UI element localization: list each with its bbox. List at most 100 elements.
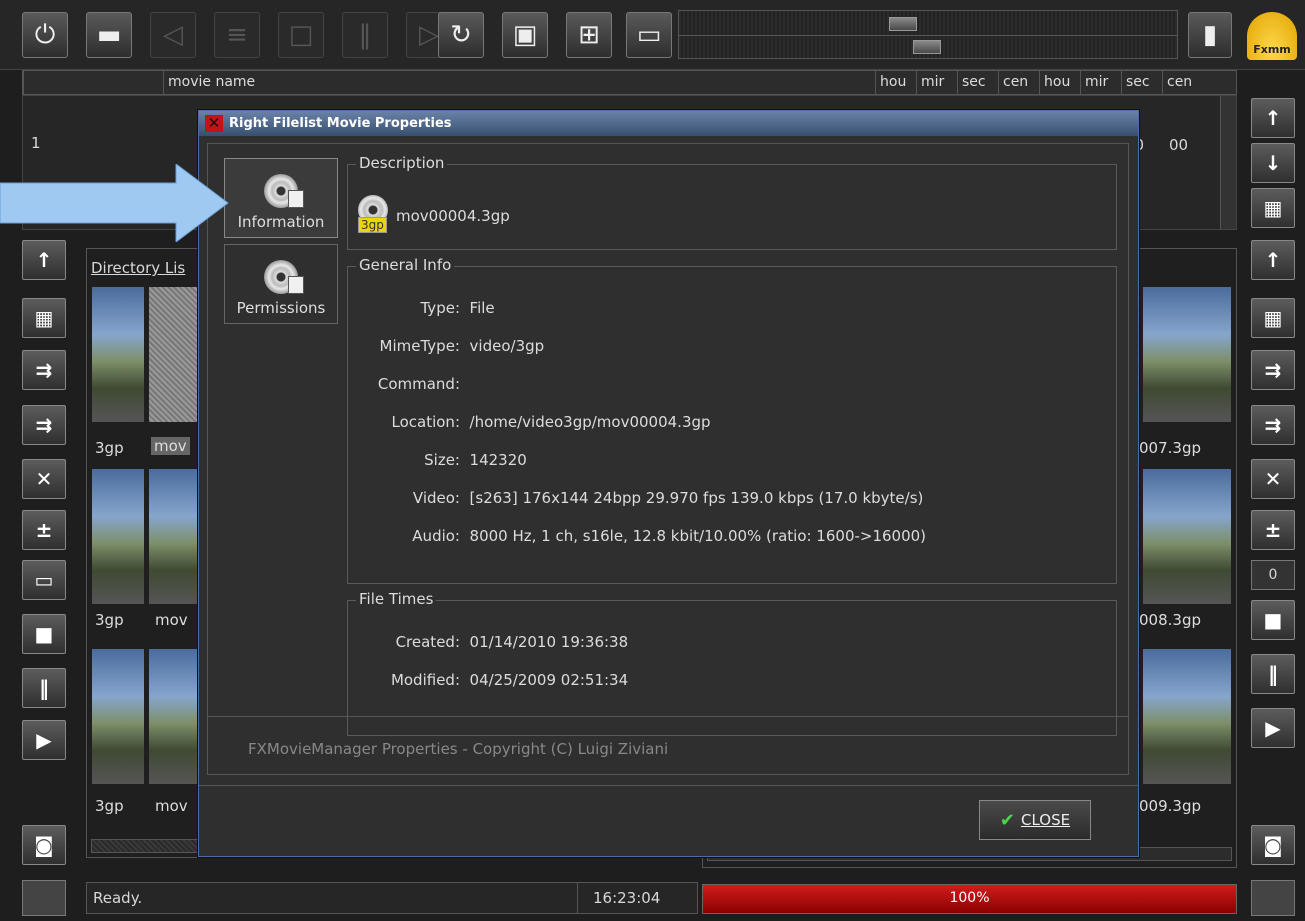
list-view-icon-right[interactable]: [1251, 880, 1295, 916]
close-icon[interactable]: ✕: [205, 115, 223, 132]
thumbnail[interactable]: [92, 469, 144, 604]
grid-icon-right[interactable]: ▦: [1251, 298, 1295, 338]
monitor-icon[interactable]: ▣: [502, 12, 548, 58]
properties-dialog: ✕ Right Filelist Movie Properties Inform…: [198, 110, 1139, 857]
column-minutes-2[interactable]: mir: [1080, 71, 1121, 94]
camera-icon-right[interactable]: ◙: [1251, 825, 1295, 865]
thumbnail[interactable]: [149, 469, 201, 604]
zoom-icon[interactable]: ±: [22, 510, 66, 550]
info-icon[interactable]: ▮: [1188, 12, 1232, 58]
description-group: Description 3gp mov00004.3gp: [347, 154, 1117, 250]
stop-icon-right[interactable]: ■: [1251, 600, 1295, 640]
copy-icon[interactable]: ⇉: [22, 405, 66, 445]
thumb-label: 008.3gp: [1139, 611, 1201, 629]
thumb-label: 007.3gp: [1139, 439, 1201, 457]
status-divider: [577, 883, 578, 913]
grid-icon-top[interactable]: ▦: [1251, 188, 1295, 228]
grid-icon[interactable]: ▦: [22, 298, 66, 338]
power-icon[interactable]: ⏻: [22, 12, 68, 58]
file-name: mov00004.3gp: [396, 207, 510, 225]
column-hours[interactable]: hou: [875, 71, 916, 94]
pause-icon-left[interactable]: ‖: [22, 668, 66, 708]
display-icon[interactable]: ▭: [22, 560, 66, 600]
column-movie-name[interactable]: movie name: [163, 71, 875, 94]
status-time: 16:23:04: [593, 889, 661, 907]
screen-icon[interactable]: ▭: [626, 12, 672, 58]
column-seconds-2[interactable]: sec: [1121, 71, 1162, 94]
thumbnail[interactable]: [92, 287, 144, 422]
dialog-divider: [208, 716, 1128, 717]
disc-document-icon: [264, 174, 304, 208]
down-arrow-icon[interactable]: ↓: [1251, 143, 1295, 183]
zoom-spinner[interactable]: 0: [1251, 560, 1295, 590]
thumbnail[interactable]: [149, 287, 201, 422]
fullscreen-icon[interactable]: ⊞: [566, 12, 612, 58]
app-logo: Fxmm: [1247, 12, 1297, 60]
thumb-label: mov: [155, 611, 188, 629]
info-row-command: Command:: [377, 375, 460, 393]
general-info-label: General Info: [356, 256, 455, 274]
disc-icon: 3gp: [358, 195, 392, 233]
dialog-title: ✕ Right Filelist Movie Properties: [199, 111, 1138, 136]
folder-icon[interactable]: ▬: [86, 12, 132, 58]
move-icon-right[interactable]: ⇉: [1251, 350, 1295, 390]
file-times-label: File Times: [356, 590, 437, 608]
thumbnail[interactable]: [92, 649, 144, 784]
volume-slider[interactable]: [678, 35, 1178, 59]
copy-icon-right[interactable]: ⇉: [1251, 405, 1295, 445]
pause-icon-right[interactable]: ‖: [1251, 654, 1295, 694]
info-row-mimetype: MimeType: video/3gp: [379, 337, 545, 355]
status-bar: Ready. 16:23:04: [86, 882, 698, 914]
column-cents-2[interactable]: cen: [1162, 71, 1218, 94]
copyright-text: FXMovieManager Properties - Copyright (C…: [248, 740, 669, 758]
up-arrow-icon-top[interactable]: ↑: [1251, 98, 1295, 138]
thumb-label: mov: [155, 797, 188, 815]
step-icon-left[interactable]: ▶: [22, 720, 66, 760]
move-icon[interactable]: ⇉: [22, 350, 66, 390]
list-header: movie name hou mir sec cen hou mir sec c…: [22, 70, 1237, 95]
progress-label: 100%: [949, 890, 990, 906]
list-icon[interactable]: ≡: [214, 12, 260, 58]
pointer-arrow-icon: [0, 164, 229, 242]
step-icon-right[interactable]: ▶: [1251, 708, 1295, 748]
column-seconds[interactable]: sec: [957, 71, 998, 94]
thumb-label: mov: [151, 437, 190, 455]
list-view-icon[interactable]: [22, 880, 66, 916]
status-text: Ready.: [93, 889, 143, 907]
delete-icon-right[interactable]: ✕: [1251, 459, 1295, 499]
dialog-title-text: Right Filelist Movie Properties: [229, 116, 452, 131]
thumbnail[interactable]: [1143, 649, 1231, 784]
column-index[interactable]: [23, 71, 163, 94]
up-arrow-icon-right[interactable]: ↑: [1251, 240, 1295, 280]
delete-icon[interactable]: ✕: [22, 459, 66, 499]
list-scrollbar[interactable]: [1220, 96, 1236, 229]
thumbnail[interactable]: [1143, 287, 1231, 422]
position-slider[interactable]: [678, 10, 1178, 37]
thumb-label: 3gp: [95, 797, 124, 815]
column-cents[interactable]: cen: [998, 71, 1039, 94]
pause-icon[interactable]: ‖: [342, 12, 388, 58]
volume-slider-knob[interactable]: [913, 40, 941, 54]
column-hours-2[interactable]: hou: [1039, 71, 1080, 94]
tab-permissions[interactable]: Permissions: [224, 244, 338, 324]
info-row-size: Size: 142320: [424, 451, 527, 469]
close-button-label: CLOSE: [1020, 811, 1071, 829]
thumbnail[interactable]: [1143, 469, 1231, 604]
refresh-icon[interactable]: ↻: [438, 12, 484, 58]
progress-bar: 100%: [702, 884, 1237, 914]
row-cents: 00: [1169, 136, 1189, 154]
stop-icon[interactable]: □: [278, 12, 324, 58]
general-info-group: General Info Type: File MimeType: video/…: [347, 256, 1117, 584]
prev-icon[interactable]: ◁: [150, 12, 196, 58]
disc-document-icon: [264, 260, 304, 294]
column-minutes[interactable]: mir: [916, 71, 957, 94]
zoom-icon-right[interactable]: ±: [1251, 510, 1295, 550]
close-button[interactable]: ✔ CLOSE: [979, 800, 1091, 840]
up-arrow-icon[interactable]: ↑: [22, 240, 66, 280]
position-slider-knob[interactable]: [889, 17, 917, 31]
thumbnail[interactable]: [149, 649, 201, 784]
stop-icon-left[interactable]: ■: [22, 614, 66, 654]
camera-icon[interactable]: ◙: [22, 825, 66, 865]
info-row-video: Video: [s263] 176x144 24bpp 29.970 fps 1…: [412, 489, 924, 507]
row-index: 1: [31, 134, 41, 152]
